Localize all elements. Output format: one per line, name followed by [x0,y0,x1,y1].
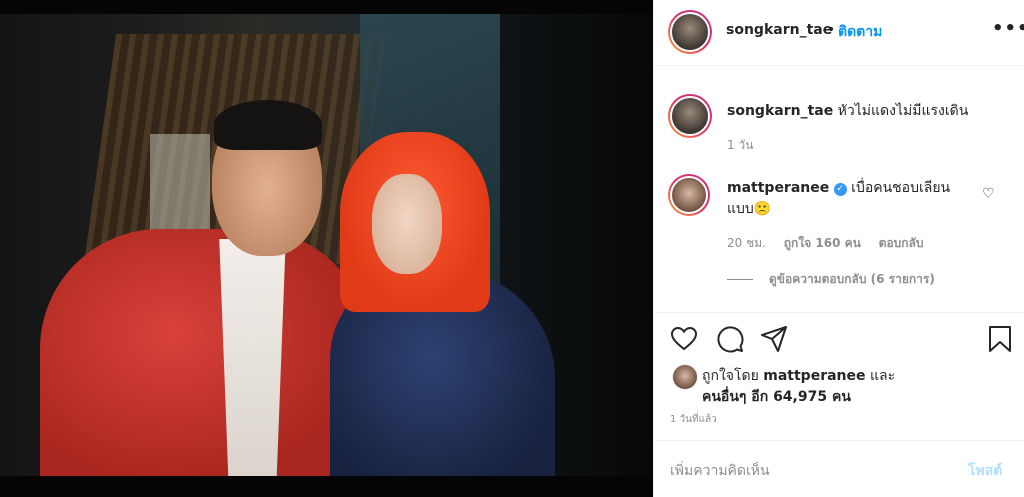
caption-text-line: songkarn_tae หัวไม่แดงไม่มีแรงเดิน [727,100,968,122]
follow-button[interactable]: ติดตาม [838,21,882,43]
likes-prefix: ถูกใจโดย [702,368,759,384]
caption-username[interactable]: songkarn_tae [727,103,833,119]
share-icon[interactable] [760,325,788,353]
heart-icon[interactable] [670,325,698,353]
comment-icon[interactable] [716,325,744,353]
comment-input[interactable]: เพิ่มความคิดเห็น [670,460,770,482]
post-header: songkarn_tae • ติดตาม ••• [654,0,1024,66]
add-comment-bar: เพิ่มความคิดเห็น โพสต์ [654,440,1024,497]
post-actions-bar [654,312,1024,364]
verified-badge-icon: ✓ [833,183,847,196]
view-replies-label[interactable]: ดูข้อความตอบกลับ (6 รายการ) [769,272,935,286]
commenter-username[interactable]: mattperanee [727,180,829,196]
comment-text-block: mattperanee ✓ เบื่อคนชอบเลียนแบบ🙁 [727,178,957,220]
commenter-avatar[interactable] [668,174,710,216]
photo-person-hair [214,100,322,150]
post-photo[interactable] [0,14,653,476]
post-side-panel: songkarn_tae • ติดตาม ••• songkarn_tae ห… [653,0,1024,497]
photo-person-jacket [40,229,370,476]
comment-time[interactable]: 20 ชม. [727,236,766,250]
bookmark-icon[interactable] [986,325,1014,353]
likes-others[interactable]: คนอื่นๆ อีก 64,975 คน [702,386,851,408]
posted-time[interactable]: 1 วันที่แล้ว [670,412,717,427]
liker-avatar[interactable] [672,364,698,390]
comment-like-heart-icon[interactable]: ♡ [982,186,995,202]
post-photo-area [0,0,653,497]
caption-time[interactable]: 1 วัน [727,136,753,155]
caption-avatar[interactable] [668,94,712,138]
liker-username[interactable]: mattperanee [763,368,865,384]
comment-reply-button[interactable]: ตอบกลับ [879,236,924,250]
caption-text: หัวไม่แดงไม่มีแรงเดิน [837,103,969,119]
photo-person2-face [372,174,442,274]
replies-divider [727,279,753,280]
likes-suffix: และ [869,368,896,384]
author-avatar[interactable] [668,10,712,54]
post-comment-button[interactable]: โพสต์ [968,460,1002,482]
more-options-icon[interactable]: ••• [992,18,1024,39]
comment-meta: 20 ชม. ถูกใจ 160 คน ตอบกลับ [727,234,938,253]
likes-line-1: ถูกใจโดย mattperanee และ [702,365,895,387]
header-separator: • [827,22,836,38]
comment-likes[interactable]: ถูกใจ 160 คน [784,236,861,250]
view-replies-button[interactable]: ดูข้อความตอบกลับ (6 รายการ) [727,270,935,289]
author-username[interactable]: songkarn_tae [726,22,832,38]
frown-emoji-icon: 🙁 [753,201,772,217]
